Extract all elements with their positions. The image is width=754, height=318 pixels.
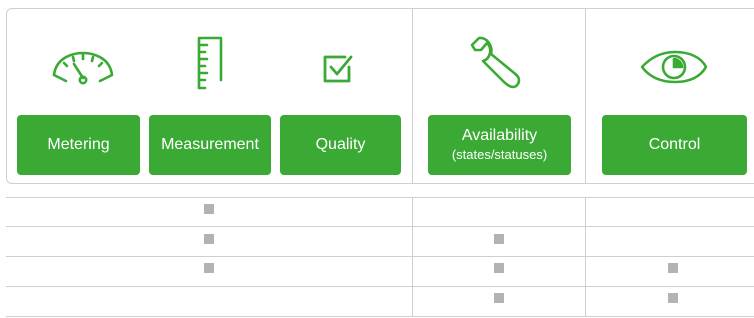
metering-button[interactable]: Metering	[17, 115, 140, 175]
table-line	[6, 286, 754, 287]
wrench-icon	[470, 36, 521, 89]
availability-button[interactable]: Availability (states/statuses)	[428, 115, 571, 175]
table-line	[6, 316, 754, 317]
availability-marker	[204, 234, 214, 244]
ruler-icon	[197, 36, 223, 90]
measurement-label: Measurement	[161, 135, 259, 153]
availability-marker	[204, 204, 214, 214]
table-column-divider	[585, 197, 586, 317]
table-line	[6, 226, 754, 227]
column-divider	[585, 8, 586, 184]
column-divider	[412, 8, 413, 184]
eye-icon	[640, 50, 708, 84]
metering-label: Metering	[47, 135, 110, 153]
control-button[interactable]: Control	[602, 115, 747, 175]
quality-label: Quality	[315, 135, 366, 153]
availability-marker	[494, 263, 504, 273]
checkbox-icon	[323, 55, 353, 83]
availability-marker	[494, 293, 504, 303]
table-line	[6, 197, 754, 198]
availability-sublabel: (states/statuses)	[451, 146, 548, 162]
control-label: Control	[648, 135, 701, 153]
availability-marker	[668, 293, 678, 303]
availability-label: Availability	[461, 127, 538, 145]
speedometer-icon	[52, 51, 114, 85]
availability-marker	[204, 263, 214, 273]
quality-button[interactable]: Quality	[280, 115, 401, 175]
table-line	[6, 256, 754, 257]
availability-marker	[494, 234, 504, 244]
table-column-divider	[412, 197, 413, 317]
measurement-button[interactable]: Measurement	[149, 115, 271, 175]
availability-marker	[668, 263, 678, 273]
